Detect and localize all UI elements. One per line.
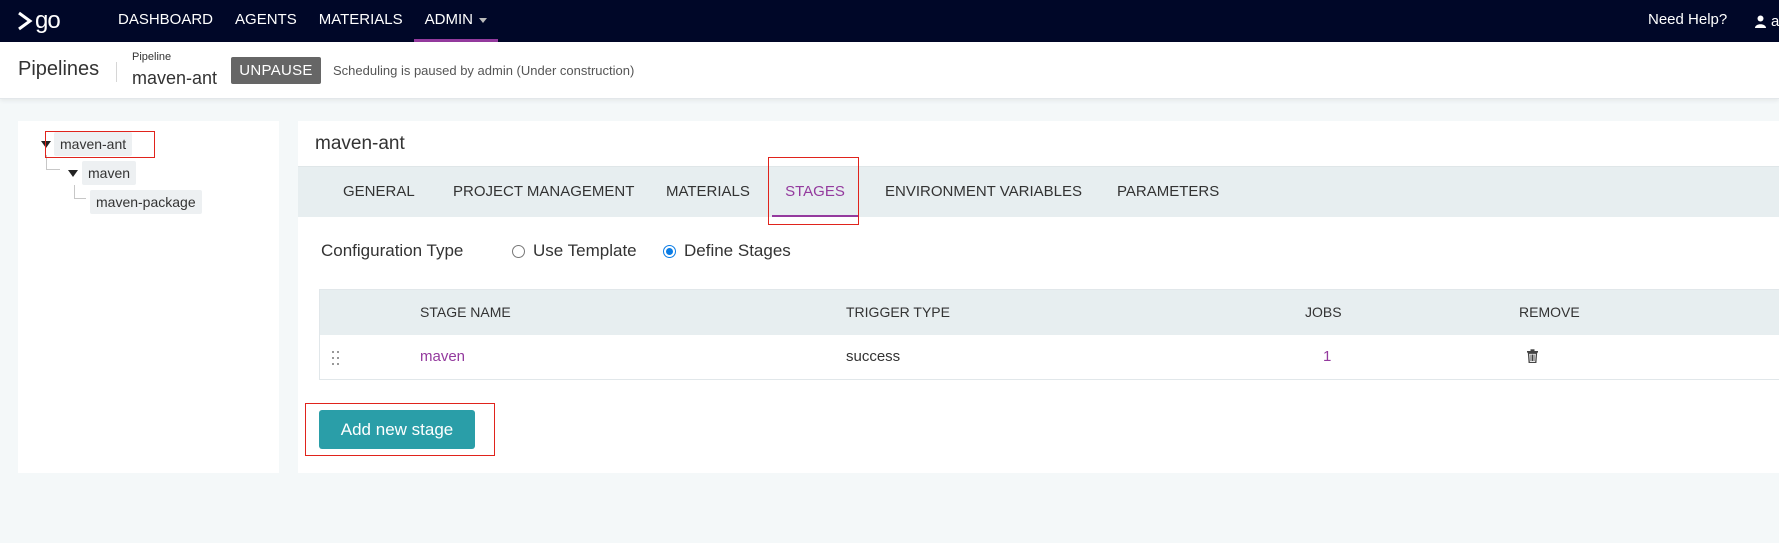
pipeline-name-heading: maven-ant (315, 133, 405, 154)
tree-connector (74, 198, 86, 199)
page-title: Pipelines (18, 58, 100, 80)
pipeline-tree: maven-ant maven maven-package (18, 121, 279, 473)
go-logo[interactable]: go (17, 8, 67, 34)
column-header-trigger-type: TRIGGER TYPE (846, 304, 950, 320)
title-divider (116, 62, 117, 82)
breadcrumb-label: Pipeline (132, 51, 172, 63)
pipeline-config-panel: maven-ant GENERAL PROJECT MANAGEMENT MAT… (298, 121, 1779, 473)
main-nav: DASHBOARD AGENTS MATERIALS ADMIN (107, 0, 498, 42)
stages-table: STAGE NAME TRIGGER TYPE JOBS REMOVE mave… (319, 289, 1779, 380)
tree-node-pipeline[interactable]: maven-ant (54, 132, 133, 156)
table-header: STAGE NAME TRIGGER TYPE JOBS REMOVE (320, 290, 1779, 335)
tab-project-management[interactable]: PROJECT MANAGEMENT (453, 167, 634, 217)
pause-message: Scheduling is paused by admin (Under con… (333, 63, 635, 78)
column-header-jobs: JOBS (1305, 304, 1342, 320)
table-row: maven success 1 (320, 335, 1779, 379)
caret-down-icon[interactable] (41, 141, 51, 148)
column-header-stage-name: STAGE NAME (420, 304, 511, 320)
nav-item-admin[interactable]: ADMIN (413, 0, 498, 42)
define-stages-radio[interactable] (663, 244, 676, 258)
config-tabs: GENERAL PROJECT MANAGEMENT MATERIALS STA… (298, 166, 1779, 217)
tree-connector (46, 169, 60, 170)
use-template-label: Use Template (533, 241, 637, 260)
chevron-down-icon (478, 17, 487, 23)
stage-name-link[interactable]: maven (420, 335, 465, 379)
tree-node-stage[interactable]: maven (82, 161, 137, 185)
drag-handle-icon[interactable] (332, 351, 342, 367)
use-template-radio[interactable] (512, 244, 525, 258)
define-stages-label: Define Stages (684, 241, 791, 260)
trash-icon[interactable] (1526, 349, 1539, 363)
nav-item-agents[interactable]: AGENTS (224, 0, 308, 42)
user-menu[interactable]: a (1755, 0, 1779, 42)
tab-general[interactable]: GENERAL (343, 167, 415, 217)
trigger-type-cell: success (846, 348, 901, 365)
tree-connector (46, 155, 47, 169)
tab-environment-variables[interactable]: ENVIRONMENT VARIABLES (885, 167, 1082, 217)
caret-down-icon[interactable] (68, 170, 78, 177)
add-new-stage-button[interactable]: Add new stage (319, 410, 475, 449)
user-icon (1755, 15, 1766, 28)
configuration-type-label: Configuration Type (321, 241, 464, 260)
column-header-remove: REMOVE (1519, 304, 1580, 320)
define-stages-option[interactable]: Define Stages (663, 241, 791, 261)
need-help-link[interactable]: Need Help? (1648, 0, 1727, 40)
user-name: a (1771, 12, 1779, 30)
tab-materials[interactable]: MATERIALS (666, 167, 750, 217)
page-header: Pipelines Pipeline maven-ant UNPAUSE Sch… (0, 42, 1779, 99)
tab-parameters[interactable]: PARAMETERS (1117, 167, 1219, 217)
tab-stages[interactable]: STAGES (772, 167, 858, 217)
top-navbar: go DASHBOARD AGENTS MATERIALS ADMIN Need… (0, 0, 1779, 42)
nav-item-materials[interactable]: MATERIALS (308, 0, 414, 42)
use-template-option[interactable]: Use Template (512, 241, 637, 261)
play-icon (18, 11, 33, 31)
tree-connector (74, 185, 75, 198)
logo-text: go (35, 7, 61, 34)
nav-item-admin-label: ADMIN (424, 11, 473, 28)
unpause-button[interactable]: UNPAUSE (231, 57, 321, 84)
nav-item-dashboard[interactable]: DASHBOARD (107, 0, 224, 42)
tree-node-job[interactable]: maven-package (90, 190, 202, 214)
breadcrumb-pipeline-name: maven-ant (132, 68, 218, 88)
jobs-count-cell[interactable]: 1 (1323, 335, 1331, 379)
